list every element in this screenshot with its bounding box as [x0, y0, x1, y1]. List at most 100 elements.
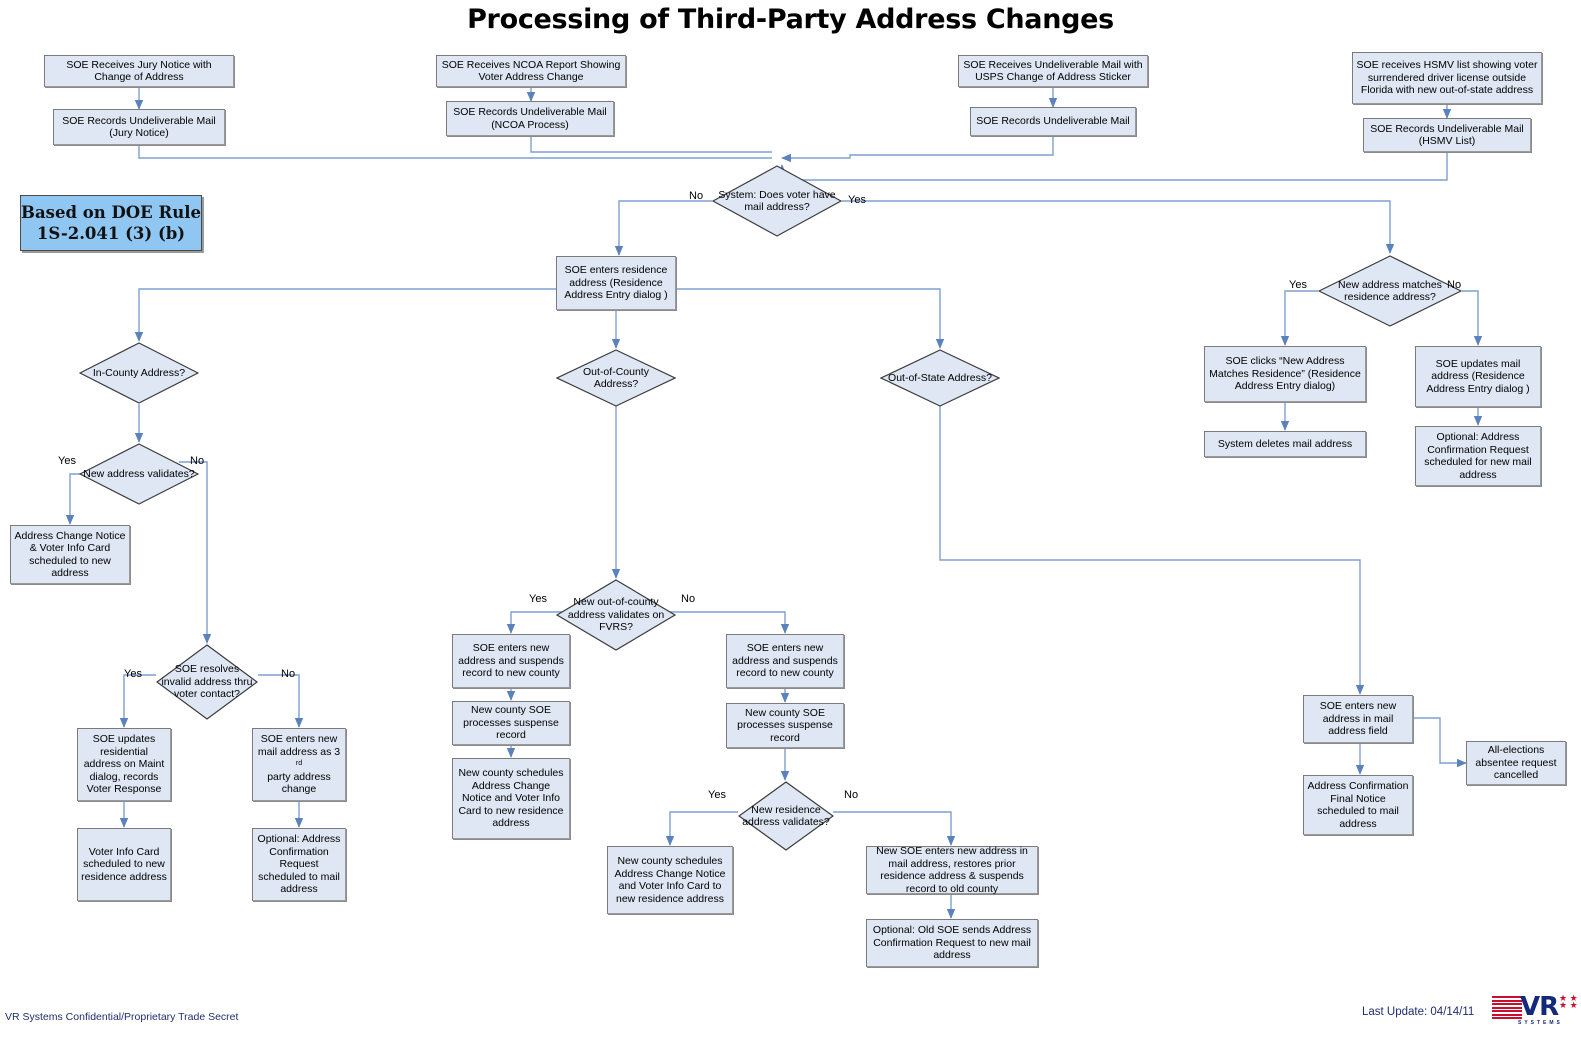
node-label: New county schedules Address Change Noti… [458, 767, 564, 830]
decision-label: New residence address validates? [742, 803, 830, 829]
edge-label-yes-fvrs: Yes [529, 593, 547, 605]
doe-rule-callout: Based on DOE Rule 1S-2.041 (3) (b) [20, 195, 202, 251]
logo-wordmark: VR [1520, 992, 1559, 1022]
edge-label-yes-resolves: Yes [124, 668, 142, 680]
flowchart-canvas: Processing of Third-Party Address Change… [0, 0, 1581, 1041]
node-label: SOE enters new address in mail address f… [1319, 700, 1397, 738]
connector-layer [65, 87, 1483, 919]
edge-label-no-residence-validates: No [844, 789, 859, 801]
doe-rule-line1: Based on DOE Rule [21, 203, 201, 222]
decision-label: New address validates? [83, 467, 195, 480]
decision-label: New out-of-county address validates on F… [567, 596, 665, 634]
node-label: SOE Receives NCOA Report Showing Voter A… [441, 58, 621, 84]
node-newcounty-schedules-notice-a[interactable]: New county schedules Address Change Noti… [452, 758, 570, 839]
decision-new-address-validates[interactable]: New address validates? [79, 443, 199, 505]
node-label: Optional: Address Confirmation Request s… [257, 833, 341, 896]
node-label: SOE clicks “New Address Matches Residenc… [1209, 355, 1361, 393]
edge-label-no-mail: No [689, 190, 704, 202]
decision-new-address-matches-residence[interactable]: New address matches residence address? [1318, 255, 1462, 327]
decision-out-of-county-validates-fvrs[interactable]: New out-of-county address validates on F… [556, 579, 676, 651]
vr-systems-logo: VR ★ ★ ★ ★ SYSTEMS [1492, 992, 1578, 1030]
node-soe-enters-new-address-mail-field[interactable]: SOE enters new address in mail address f… [1303, 695, 1413, 743]
node-label: Voter Info Card scheduled to new residen… [81, 845, 167, 883]
node-label: New county SOE processes suspense record [463, 704, 559, 742]
node-address-change-notice-voter-info[interactable]: Address Change Notice & Voter Info Card … [10, 525, 130, 584]
node-label: Optional: Old SOE sends Address Confirma… [872, 924, 1032, 962]
node-label: SOE Receives Undeliverable Mail with USP… [963, 58, 1143, 84]
node-soe-enters-suspends-newcounty-b[interactable]: SOE enters new address and suspends reco… [726, 634, 844, 688]
node-label: SOE Records Undeliverable Mail (Jury Not… [62, 114, 216, 140]
node-soe-enters-suspends-newcounty-a[interactable]: SOE enters new address and suspends reco… [452, 634, 570, 688]
logo-subtext: SYSTEMS [1518, 1020, 1563, 1026]
node-newsoe-enters-mail-restores-residence[interactable]: New SOE enters new address in mail addre… [866, 845, 1038, 895]
node-soe-receives-jury-notice[interactable]: SOE Receives Jury Notice with Change of … [44, 55, 234, 87]
doe-rule-line2: 1S-2.041 (3) (b) [36, 224, 186, 243]
node-soe-receives-hsmv-list[interactable]: SOE receives HSMV list showing voter sur… [1352, 52, 1542, 104]
node-label: SOE enters residence address (Residence … [564, 264, 668, 302]
node-soe-clicks-new-address-matches[interactable]: SOE clicks “New Address Matches Residenc… [1204, 346, 1366, 402]
node-soe-receives-usps-sticker[interactable]: SOE Receives Undeliverable Mail with USP… [958, 55, 1148, 87]
node-soe-receives-ncoa-report[interactable]: SOE Receives NCOA Report Showing Voter A… [436, 55, 626, 87]
node-address-confirmation-final-notice[interactable]: Address Confirmation Final Notice schedu… [1303, 775, 1413, 835]
node-label: Optional: Address Confirmation Request s… [1424, 431, 1532, 481]
node-newcounty-processes-suspense-a[interactable]: New county SOE processes suspense record [452, 701, 570, 745]
node-soe-updates-residential-address[interactable]: SOE updates residential address on Maint… [77, 728, 171, 801]
node-soe-enters-new-mail-3rd-party[interactable]: SOE enters new mail address as 3rd party… [252, 728, 346, 801]
decision-soe-resolves-invalid-address[interactable]: SOE resolves invalid address thru voter … [156, 644, 258, 720]
node-label: SOE Records Undeliverable Mail (HSMV Lis… [1370, 122, 1524, 148]
decision-voter-has-mail-address[interactable]: System: Does voter have mail address? [712, 165, 842, 237]
decision-out-of-county-address[interactable]: Out-of-County Address? [556, 349, 676, 407]
logo-stars-icon: ★ ★ ★ ★ [1559, 993, 1578, 1010]
decision-in-county-address[interactable]: In-County Address? [79, 342, 199, 404]
node-label: New SOE enters new address in mail addre… [876, 845, 1028, 895]
node-label: All-elections absentee request cancelled [1475, 744, 1557, 782]
node-system-deletes-mail-address[interactable]: System deletes mail address [1204, 431, 1366, 457]
footer-confidential-notice: VR Systems Confidential/Proprietary Trad… [5, 1011, 239, 1023]
node-label: New county SOE processes suspense record [737, 706, 833, 744]
node-all-elections-absentee-cancelled[interactable]: All-elections absentee request cancelled [1466, 741, 1566, 785]
node-optional-confirmation-new-mail[interactable]: Optional: Address Confirmation Request s… [1415, 426, 1541, 486]
node-soe-enters-residence-address[interactable]: SOE enters residence address (Residence … [556, 256, 676, 310]
footer-last-update: Last Update: 04/14/11 [1362, 1006, 1475, 1018]
edge-label-yes-residence-validates: Yes [708, 789, 726, 801]
edge-label-yes-validates: Yes [58, 455, 76, 467]
node-label: SOE Records Undeliverable Mail [976, 115, 1130, 128]
decision-label: Out-of-County Address? [583, 365, 649, 391]
node-label: System deletes mail address [1217, 437, 1353, 450]
edge-label-yes-matches: Yes [1289, 279, 1307, 291]
node-optional-old-soe-sends-confirmation[interactable]: Optional: Old SOE sends Address Confirma… [866, 919, 1038, 967]
decision-out-of-state-address[interactable]: Out-of-State Address? [880, 349, 1000, 407]
edge-label-no-validates: No [190, 455, 205, 467]
node-label: SOE enters new address and suspends reco… [732, 642, 838, 680]
node-label: SOE receives HSMV list showing voter sur… [1356, 59, 1538, 97]
node-label: New county schedules Address Change Noti… [614, 855, 726, 905]
decision-label: Out-of-State Address? [888, 371, 992, 384]
decision-label: System: Does voter have mail address? [718, 188, 836, 214]
decision-new-residence-address-validates[interactable]: New residence address validates? [738, 781, 834, 851]
node-label: SOE updates residential address on Maint… [83, 733, 165, 796]
node-label: Address Confirmation Final Notice schedu… [1307, 780, 1409, 830]
node-newcounty-schedules-notice-b[interactable]: New county schedules Address Change Noti… [607, 846, 733, 914]
node-label: SOE Receives Jury Notice with Change of … [66, 58, 212, 84]
node-soe-updates-mail-address[interactable]: SOE updates mail address (Residence Addr… [1415, 346, 1541, 407]
node-records-undeliverable-hsmv[interactable]: SOE Records Undeliverable Mail (HSMV Lis… [1363, 118, 1531, 152]
node-label: Address Change Notice & Voter Info Card … [14, 529, 126, 580]
node-label: SOE enters new address and suspends reco… [458, 642, 564, 680]
node-voter-info-card-scheduled[interactable]: Voter Info Card scheduled to new residen… [77, 828, 171, 901]
page-title: Processing of Third-Party Address Change… [467, 4, 1114, 35]
logo-stripes-icon [1492, 996, 1522, 1019]
edge-label-no-resolves: No [281, 668, 296, 680]
node-label: SOE updates mail address (Residence Addr… [1426, 357, 1530, 395]
edge-label-no-fvrs: No [681, 593, 696, 605]
node-newcounty-processes-suspense-b[interactable]: New county SOE processes suspense record [726, 703, 844, 748]
node-records-undeliverable-ncoa[interactable]: SOE Records Undeliverable Mail (NCOA Pro… [446, 101, 614, 136]
decision-label: In-County Address? [92, 366, 186, 379]
node-records-undeliverable-usps[interactable]: SOE Records Undeliverable Mail [970, 107, 1136, 136]
decision-label: SOE resolves invalid address thru voter … [161, 663, 253, 701]
node-label: SOE Records Undeliverable Mail (NCOA Pro… [453, 106, 607, 131]
node-label-third-party: SOE enters new mail address as 3rd party… [257, 733, 341, 796]
edge-label-yes-mail: Yes [848, 194, 866, 206]
node-optional-confirmation-to-mail[interactable]: Optional: Address Confirmation Request s… [252, 828, 346, 901]
node-records-undeliverable-jury[interactable]: SOE Records Undeliverable Mail (Jury Not… [53, 109, 225, 145]
decision-label: New address matches residence address? [1338, 278, 1442, 304]
